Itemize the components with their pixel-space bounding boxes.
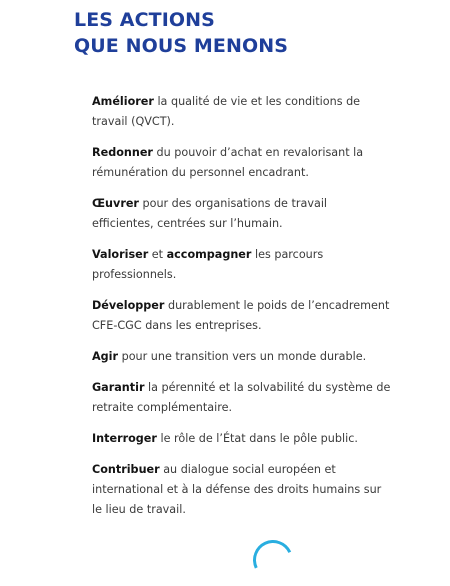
action-verb: Améliorer xyxy=(92,95,154,108)
action-item-contribuer: Contribuer au dialogue social européen e… xyxy=(92,460,392,520)
actions-list: Améliorer la qualité de vie et les condi… xyxy=(92,92,392,531)
action-verb: Agir xyxy=(92,350,119,363)
action-item-developper: Développer durablement le poids de l’enc… xyxy=(92,296,392,336)
action-text: pour une transition vers un monde durabl… xyxy=(118,350,367,363)
action-verb-2: accompagner xyxy=(166,248,252,261)
action-item-ameliorer: Améliorer la qualité de vie et les condi… xyxy=(92,92,392,132)
action-item-agir: Agir pour une transition vers un monde d… xyxy=(92,347,392,367)
page-title-line-2: QUE NOUS MENONS xyxy=(74,35,288,57)
action-item-redonner: Redonner du pouvoir d’achat en revaloris… xyxy=(92,143,392,183)
action-item-valoriser: Valoriser et accompagner les parcours pr… xyxy=(92,245,392,285)
action-verb: Œuvrer xyxy=(92,197,139,210)
page-title-line-1: LES ACTIONS xyxy=(74,9,215,31)
action-text: le rôle de l’État dans le pôle public. xyxy=(156,432,358,445)
action-verb: Contribuer xyxy=(92,463,160,476)
action-verb: Développer xyxy=(92,299,165,312)
action-verb: Valoriser xyxy=(92,248,149,261)
action-verb: Redonner xyxy=(92,146,153,159)
decorative-arc-icon xyxy=(247,534,299,586)
action-verb: Garantir xyxy=(92,381,145,394)
action-connector: et xyxy=(148,248,167,261)
page-title: LES ACTIONS QUE NOUS MENONS xyxy=(74,7,288,59)
action-item-oeuvrer: Œuvrer pour des organisations de travail… xyxy=(92,194,392,234)
action-verb: Interroger xyxy=(92,432,157,445)
action-item-interroger: Interroger le rôle de l’État dans le pôl… xyxy=(92,429,392,449)
action-item-garantir: Garantir la pérennité et la solvabilité … xyxy=(92,378,392,418)
